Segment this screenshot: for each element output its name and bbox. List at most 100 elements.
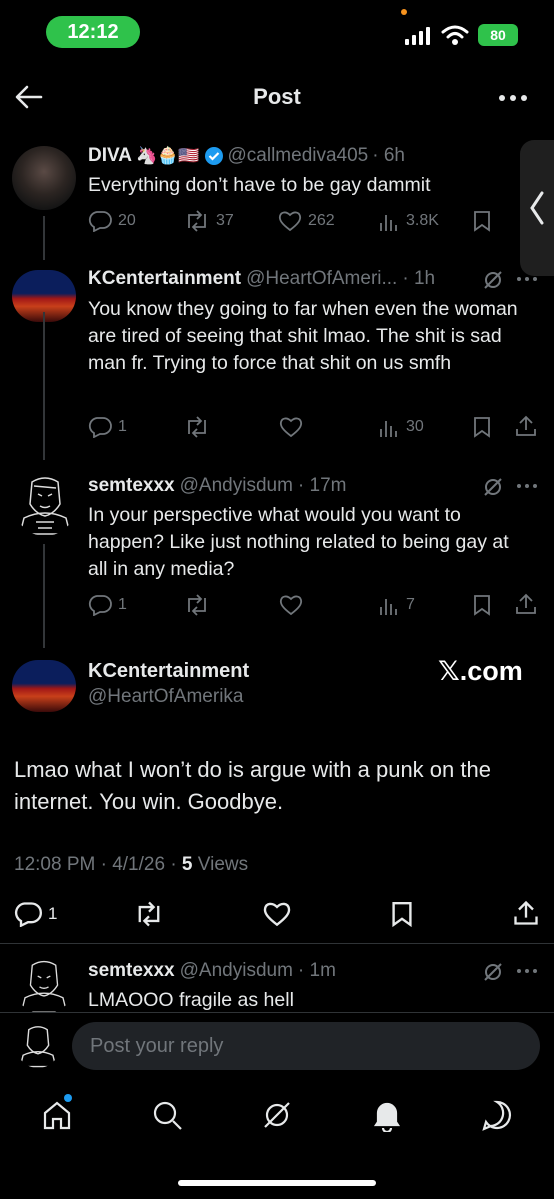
reply-count: 1	[48, 904, 58, 923]
reply-icon	[88, 595, 112, 616]
more-icon[interactable]	[516, 968, 538, 974]
privacy-indicator	[401, 9, 407, 15]
user-handle[interactable]: @callmediva405	[228, 145, 369, 167]
reply-count: 20	[118, 212, 136, 229]
user-handle[interactable]: @HeartOfAmeri...	[246, 268, 397, 290]
more-icon[interactable]	[498, 93, 528, 103]
sketch-avatar-image	[19, 1026, 57, 1068]
reply-placeholder: Post your reply	[90, 1034, 224, 1057]
bookmark-icon[interactable]	[390, 900, 414, 928]
home-icon[interactable]	[40, 1098, 74, 1132]
author-name[interactable]: KCentertainment	[88, 660, 249, 683]
battery-icon: 80	[478, 24, 518, 46]
more-icon[interactable]	[516, 483, 538, 489]
tweet-text: Everything don’t have to be gay dammit	[88, 174, 431, 196]
post-timestamp: 12:08 PM · 4/1/26 ·	[14, 854, 182, 875]
like-icon[interactable]	[279, 594, 303, 616]
tweet-header: semtexxx @Andyisdum · 17m	[88, 475, 346, 497]
user-handle[interactable]: @Andyisdum	[180, 475, 293, 497]
reply-count: 1	[118, 596, 127, 613]
post-meta: 12:08 PM · 4/1/26 · 5 Views	[14, 854, 248, 876]
views-icon	[380, 421, 397, 437]
bookmark-icon[interactable]	[472, 416, 492, 438]
repost-icon[interactable]	[184, 594, 210, 616]
avatar[interactable]	[14, 958, 74, 1014]
author-handle[interactable]: @HeartOfAmerika	[88, 686, 244, 708]
post-views-count: 5	[181, 854, 193, 875]
more-icon[interactable]	[516, 276, 538, 282]
home-indicator[interactable]	[178, 1180, 376, 1186]
share-icon[interactable]	[514, 414, 538, 438]
like-count: 262	[308, 212, 335, 229]
tweet-time: · 17m	[297, 475, 347, 496]
divider	[0, 1012, 554, 1013]
post-text: Lmao what I won’t do is argue with a pun…	[14, 757, 491, 814]
reply-button[interactable]: 20	[88, 210, 136, 232]
like-icon[interactable]	[279, 416, 303, 438]
reply-button[interactable]: 1	[88, 416, 127, 438]
grok-icon[interactable]	[482, 476, 504, 498]
user-handle[interactable]: @Andyisdum	[180, 960, 293, 982]
chevron-left-icon[interactable]	[528, 190, 546, 226]
grok-icon[interactable]	[260, 1098, 294, 1132]
views-count: 3.8K	[406, 212, 439, 229]
tweet-time: · 6h	[372, 145, 405, 166]
page-title: Post	[253, 84, 301, 109]
reply-icon	[88, 211, 112, 232]
views-button[interactable]: 3.8K	[378, 210, 439, 232]
tweet-header: semtexxx @Andyisdum · 1m	[88, 960, 336, 982]
name-emoji: 🦄🧁🇺🇸	[135, 146, 200, 165]
repost-count: 37	[216, 212, 234, 229]
bookmark-icon[interactable]	[472, 594, 492, 616]
bookmark-icon[interactable]	[472, 210, 492, 232]
repost-icon[interactable]	[134, 901, 164, 927]
repost-icon	[188, 210, 206, 232]
reply-button[interactable]: 1	[14, 901, 57, 927]
post-views-label: Views	[192, 854, 249, 875]
avatar[interactable]	[12, 660, 76, 712]
search-icon[interactable]	[150, 1098, 184, 1132]
battery-level: 80	[490, 27, 506, 43]
reply-button[interactable]: 1	[88, 594, 127, 616]
views-count: 30	[406, 418, 424, 435]
my-avatar[interactable]	[16, 1024, 60, 1068]
thread-line	[43, 216, 45, 260]
repost-button[interactable]: 37	[184, 210, 234, 232]
reply-count: 1	[118, 418, 127, 435]
share-icon[interactable]	[512, 899, 540, 927]
tweet-time: · 1h	[402, 268, 436, 289]
status-time: 12:12	[46, 16, 140, 48]
repost-icon[interactable]	[184, 416, 210, 438]
user-name[interactable]: KCentertainment	[88, 268, 241, 290]
views-button[interactable]: 7	[378, 594, 415, 616]
like-icon	[278, 211, 302, 232]
reply-input[interactable]: Post your reply	[72, 1022, 540, 1070]
grok-icon[interactable]	[482, 269, 504, 291]
tweet-header: KCentertainment @HeartOfAmeri... · 1h	[88, 268, 508, 290]
bell-icon[interactable]	[370, 1098, 404, 1132]
user-name[interactable]: DIVA	[88, 145, 132, 167]
views-count: 7	[406, 596, 415, 613]
avatar[interactable]	[14, 474, 76, 536]
messages-icon[interactable]	[480, 1098, 514, 1132]
tweet-text: LMAOOO fragile as hell	[88, 989, 294, 1011]
grok-icon[interactable]	[482, 961, 504, 983]
tweet-header: DIVA 🦄🧁🇺🇸 @callmediva405 · 6h	[88, 145, 518, 167]
sketch-avatar-image	[19, 477, 71, 535]
tweet-text: You know they going to far when even the…	[88, 298, 518, 374]
user-name[interactable]: semtexxx	[88, 960, 175, 982]
tweet-text: In your perspective what would you want …	[88, 504, 509, 580]
share-icon[interactable]	[514, 592, 538, 616]
like-button[interactable]: 262	[278, 210, 335, 232]
avatar[interactable]	[12, 146, 76, 210]
thread-line	[43, 312, 45, 460]
like-icon[interactable]	[262, 901, 292, 927]
views-icon	[380, 599, 397, 615]
reply-icon	[88, 417, 112, 438]
xcom-watermark: 𝕏.com	[438, 656, 523, 686]
tweet-time: · 1m	[297, 960, 336, 981]
sketch-avatar-image	[20, 960, 68, 1013]
verified-icon	[204, 147, 223, 165]
views-button[interactable]: 30	[378, 416, 424, 438]
user-name[interactable]: semtexxx	[88, 475, 175, 497]
